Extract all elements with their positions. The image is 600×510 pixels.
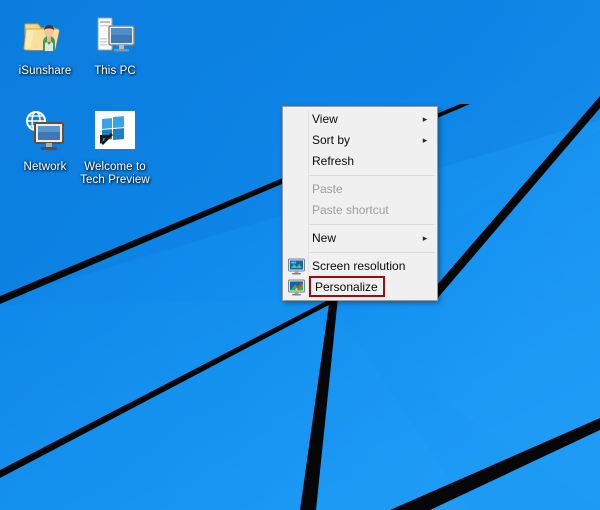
folder-user-icon [21, 12, 69, 62]
menu-separator [309, 175, 435, 176]
menu-item-icon-slot [283, 228, 309, 249]
menu-item-refresh[interactable]: Refresh [283, 151, 437, 172]
desktop-icon-label-multiline: Welcome to Tech Preview [72, 161, 158, 187]
menu-item-icon-slot [283, 130, 309, 151]
menu-item-view[interactable]: View ▸ [283, 109, 437, 130]
menu-item-screen-resolution[interactable]: Screen resolution [283, 256, 437, 277]
menu-item-paste: Paste [283, 179, 437, 200]
menu-item-paste-shortcut: Paste shortcut [283, 200, 437, 221]
menu-item-icon-slot [283, 179, 309, 200]
desktop-icon-label-line1: Welcome to [84, 161, 146, 173]
menu-item-icon-slot [283, 200, 309, 221]
menu-item-label: View [312, 112, 338, 126]
desktop-icon-label-line2: Tech Preview [80, 174, 150, 186]
network-globe-monitor-icon [21, 108, 69, 158]
monitor-blue-icon [283, 256, 309, 277]
menu-item-icon-slot [283, 151, 309, 172]
chevron-right-icon: ▸ [422, 114, 428, 124]
menu-item-personalize[interactable]: Personalize [283, 276, 437, 298]
chevron-right-icon: ▸ [422, 233, 428, 243]
menu-item-label: Personalize [315, 280, 378, 294]
menu-item-label: Paste shortcut [312, 203, 389, 217]
chevron-right-icon: ▸ [422, 135, 428, 145]
windows-logo-shortcut-icon [91, 108, 139, 158]
menu-separator [309, 252, 435, 253]
menu-item-label: New [312, 231, 337, 245]
menu-item-icon-slot [283, 109, 309, 130]
desktop-icon-welcome-tech-preview[interactable]: Welcome to Tech Preview [72, 108, 158, 187]
desktop-icon-label: This PC [94, 65, 136, 77]
menu-item-sort-by[interactable]: Sort by ▸ [283, 130, 437, 151]
menu-item-new[interactable]: New ▸ [283, 228, 437, 249]
desktop-icon-this-pc[interactable]: This PC [72, 12, 158, 78]
desktop[interactable]: iSunshare This PC Network Welcome to Tec… [0, 0, 600, 510]
desktop-context-menu[interactable]: View ▸ Sort by ▸ Refresh Paste Paste sho… [282, 106, 438, 301]
monitor-brush-icon [283, 277, 309, 298]
menu-item-label: Screen resolution [312, 259, 406, 273]
menu-item-label: Sort by [312, 133, 351, 147]
menu-item-label: Paste [312, 182, 343, 196]
menu-item-label: Refresh [312, 154, 355, 168]
menu-separator [309, 224, 435, 225]
computer-icon [91, 12, 139, 62]
